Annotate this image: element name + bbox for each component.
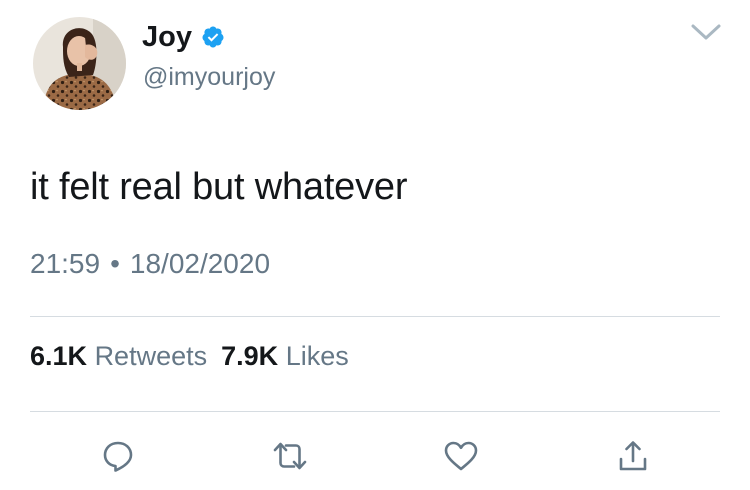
reply-button[interactable] xyxy=(99,437,137,475)
reply-icon xyxy=(103,441,133,472)
likes-label: Likes xyxy=(285,341,349,371)
retweet-button[interactable] xyxy=(271,437,309,475)
divider xyxy=(30,411,720,412)
divider xyxy=(30,316,720,317)
chevron-down-icon xyxy=(691,24,721,40)
heart-icon xyxy=(444,441,478,471)
share-button[interactable] xyxy=(614,437,652,475)
retweets-stat[interactable]: 6.1K Retweets xyxy=(30,341,207,371)
author-name-row[interactable]: Joy xyxy=(142,20,225,54)
likes-count: 7.9K xyxy=(221,341,279,371)
retweet-icon xyxy=(273,442,307,470)
tweet-text: it felt real but whatever xyxy=(30,166,408,208)
tweet-date: 18/02/2020 xyxy=(129,248,271,279)
tweet-timestamp[interactable]: 21:59 • 18/02/2020 xyxy=(30,248,270,280)
likes-stat[interactable]: 7.9K Likes xyxy=(221,341,349,371)
retweets-label: Retweets xyxy=(94,341,208,371)
avatar-image xyxy=(33,17,126,110)
share-icon xyxy=(619,441,647,471)
tweet-time: 21:59 xyxy=(30,248,101,279)
tweet-menu-button[interactable] xyxy=(690,22,722,42)
author-handle[interactable]: @imyourjoy xyxy=(143,63,275,92)
avatar[interactable] xyxy=(33,17,126,110)
author-name[interactable]: Joy xyxy=(142,20,192,54)
retweets-count: 6.1K xyxy=(30,341,88,371)
like-button[interactable] xyxy=(442,437,480,475)
separator-dot: • xyxy=(110,248,120,279)
verified-badge-icon xyxy=(202,26,224,48)
tweet-stats: 6.1K Retweets 7.9K Likes xyxy=(30,341,363,372)
